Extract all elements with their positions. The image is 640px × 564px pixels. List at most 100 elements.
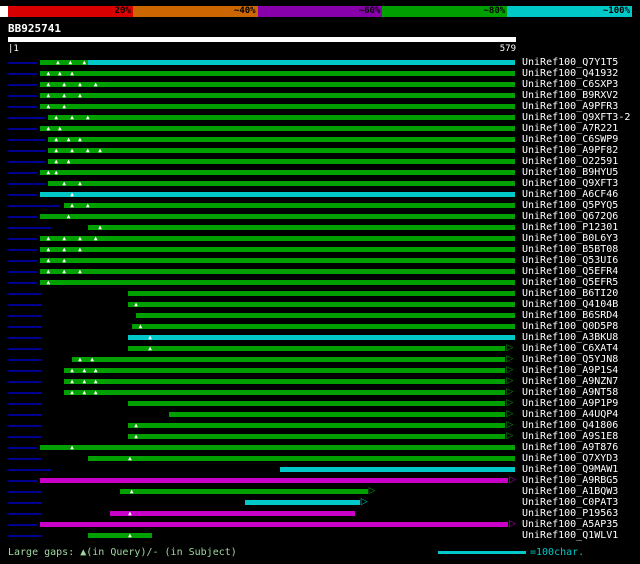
hit-accession-label[interactable]: UniRef100_Q41806 — [522, 420, 618, 431]
hsp-bar[interactable] — [244, 500, 360, 505]
hsp-bar[interactable] — [87, 533, 152, 538]
hit-accession-label[interactable]: UniRef100_A5AP35 — [522, 519, 618, 530]
hsp-bar[interactable] — [39, 192, 515, 197]
query-gap-marker-icon: ▲ — [78, 268, 82, 275]
hsp-bar[interactable] — [120, 489, 368, 494]
hit-accession-label[interactable]: UniRef100_Q1WLV1 — [522, 530, 618, 541]
hit-accession-label[interactable]: UniRef100_Q7Y1T5 — [522, 57, 618, 68]
hsp-bar[interactable] — [48, 159, 515, 164]
hit-accession-label[interactable]: UniRef100_B9HYU5 — [522, 167, 618, 178]
hsp-bar[interactable] — [87, 60, 515, 65]
hit-accession-label[interactable]: UniRef100_Q5EFR5 — [522, 277, 618, 288]
hit-accession-label[interactable]: UniRef100_A9PF82 — [522, 145, 618, 156]
hit-accession-label[interactable]: UniRef100_C0PAT3 — [522, 497, 618, 508]
query-gap-marker-icon: ▲ — [78, 81, 82, 88]
query-gap-marker-icon: ▲ — [62, 103, 66, 110]
subject-lead-line — [8, 260, 37, 262]
hit-accession-label[interactable]: UniRef100_B6TI20 — [522, 288, 618, 299]
hsp-bar[interactable] — [39, 104, 515, 109]
hsp-bar[interactable] — [39, 236, 515, 241]
hit-accession-label[interactable]: UniRef100_B6SRD4 — [522, 310, 618, 321]
query-gap-marker-icon: ▲ — [54, 136, 59, 143]
hit-accession-label[interactable]: UniRef100_Q0D5P8 — [522, 321, 618, 332]
alignment-row: ▲ ▲ ▲ ▲ UniRef100_A9PF82 — [0, 145, 640, 156]
hit-accession-label[interactable]: UniRef100_A9NT58 — [522, 387, 618, 398]
hit-accession-label[interactable]: UniRef100_B5BT08 — [522, 244, 618, 255]
hsp-bar[interactable] — [136, 313, 515, 318]
hit-accession-label[interactable]: UniRef100_A7R221 — [522, 123, 618, 134]
hit-accession-label[interactable]: UniRef100_P12301 — [522, 222, 618, 233]
subject-extends-arrow-icon: ▷ — [506, 398, 514, 408]
hit-accession-label[interactable]: UniRef100_Q9XFT3 — [522, 178, 618, 189]
hit-accession-label[interactable]: UniRef100_Q41932 — [522, 68, 618, 79]
hsp-bar[interactable] — [39, 93, 515, 98]
hsp-bar[interactable] — [39, 82, 515, 87]
hsp-bar[interactable] — [128, 302, 515, 307]
hsp-bar[interactable] — [72, 357, 506, 362]
hsp-bar[interactable] — [109, 511, 356, 516]
hit-accession-label[interactable]: UniRef100_C6XAT4 — [522, 343, 618, 354]
hsp-bar[interactable] — [87, 456, 515, 461]
hit-accession-label[interactable]: UniRef100_A9NZN7 — [522, 376, 618, 387]
hit-accession-label[interactable]: UniRef100_Q53UI6 — [522, 255, 618, 266]
hsp-bar[interactable] — [128, 401, 506, 406]
hsp-bar[interactable] — [64, 203, 515, 208]
hsp-bar[interactable] — [128, 434, 506, 439]
hsp-bar[interactable] — [39, 71, 515, 76]
hsp-bar[interactable] — [39, 280, 515, 285]
hit-accession-label[interactable]: UniRef100_Q672Q6 — [522, 211, 618, 222]
hit-accession-label[interactable]: UniRef100_C6SXP3 — [522, 79, 618, 90]
hsp-bar[interactable] — [128, 291, 515, 296]
query-gap-marker-icon: ▲ — [54, 169, 59, 176]
hsp-bar[interactable] — [128, 346, 506, 351]
hit-accession-label[interactable]: UniRef100_A9RBG5 — [522, 475, 618, 486]
hsp-bar[interactable] — [48, 115, 515, 120]
hit-accession-label[interactable]: UniRef100_A9P1P9 — [522, 398, 618, 409]
hsp-bar[interactable] — [128, 423, 506, 428]
hsp-bar[interactable] — [39, 258, 515, 263]
hit-accession-label[interactable]: UniRef100_A3BKU8 — [522, 332, 618, 343]
hsp-bar[interactable] — [39, 247, 515, 252]
hit-accession-label[interactable]: UniRef100_Q5PYQ5 — [522, 200, 618, 211]
hsp-bar[interactable] — [64, 368, 506, 373]
hit-accession-label[interactable]: UniRef100_Q7XYD3 — [522, 453, 618, 464]
hit-accession-label[interactable]: UniRef100_O22591 — [522, 156, 618, 167]
hit-accession-label[interactable]: UniRef100_C6SWP9 — [522, 134, 618, 145]
hit-accession-label[interactable]: UniRef100_Q4104B — [522, 299, 618, 310]
hit-accession-label[interactable]: UniRef100_A6CF46 — [522, 189, 618, 200]
hsp-bar[interactable] — [168, 412, 506, 417]
hsp-bar[interactable] — [48, 148, 515, 153]
hsp-bar[interactable] — [131, 324, 515, 329]
hit-accession-label[interactable]: UniRef100_Q9XFT3-2 — [522, 112, 630, 123]
alignment-row: ▲ ▲ ▲ UniRef100_Q41932 — [0, 68, 640, 79]
hit-accession-label[interactable]: UniRef100_A9PFR3 — [522, 101, 618, 112]
hit-accession-label[interactable]: UniRef100_B0L6Y3 — [522, 233, 618, 244]
hsp-bar[interactable] — [64, 379, 506, 384]
hit-accession-label[interactable]: UniRef100_A9P1S4 — [522, 365, 618, 376]
hsp-bar[interactable] — [39, 269, 515, 274]
query-gap-marker-icon: ▲ — [62, 92, 66, 99]
hsp-bar[interactable] — [128, 335, 515, 340]
hit-accession-label[interactable]: UniRef100_A1BQW3 — [522, 486, 618, 497]
hsp-bar[interactable] — [39, 126, 515, 131]
hsp-bar[interactable] — [48, 137, 515, 142]
hsp-bar[interactable] — [39, 170, 515, 175]
hsp-bar[interactable] — [39, 60, 88, 65]
hsp-bar[interactable] — [39, 478, 508, 483]
hsp-bar[interactable] — [64, 390, 506, 395]
alignment-row: ▲ ▲ UniRef100_O22591 — [0, 156, 640, 167]
hsp-bar[interactable] — [279, 467, 515, 472]
hsp-bar[interactable] — [87, 225, 515, 230]
hit-accession-label[interactable]: UniRef100_A9T876 — [522, 442, 618, 453]
hit-accession-label[interactable]: UniRef100_A4UQP4 — [522, 409, 618, 420]
hsp-bar[interactable] — [39, 214, 515, 219]
hsp-bar[interactable] — [39, 522, 508, 527]
hsp-bar[interactable] — [48, 181, 515, 186]
hit-accession-label[interactable]: UniRef100_Q9MAW1 — [522, 464, 618, 475]
hsp-bar[interactable] — [39, 445, 515, 450]
hit-accession-label[interactable]: UniRef100_Q5YJN8 — [522, 354, 618, 365]
hit-accession-label[interactable]: UniRef100_Q5EFR4 — [522, 266, 618, 277]
hit-accession-label[interactable]: UniRef100_B9RXV2 — [522, 90, 618, 101]
hit-accession-label[interactable]: UniRef100_A9S1E8 — [522, 431, 618, 442]
hit-accession-label[interactable]: UniRef100_P19563 — [522, 508, 618, 519]
